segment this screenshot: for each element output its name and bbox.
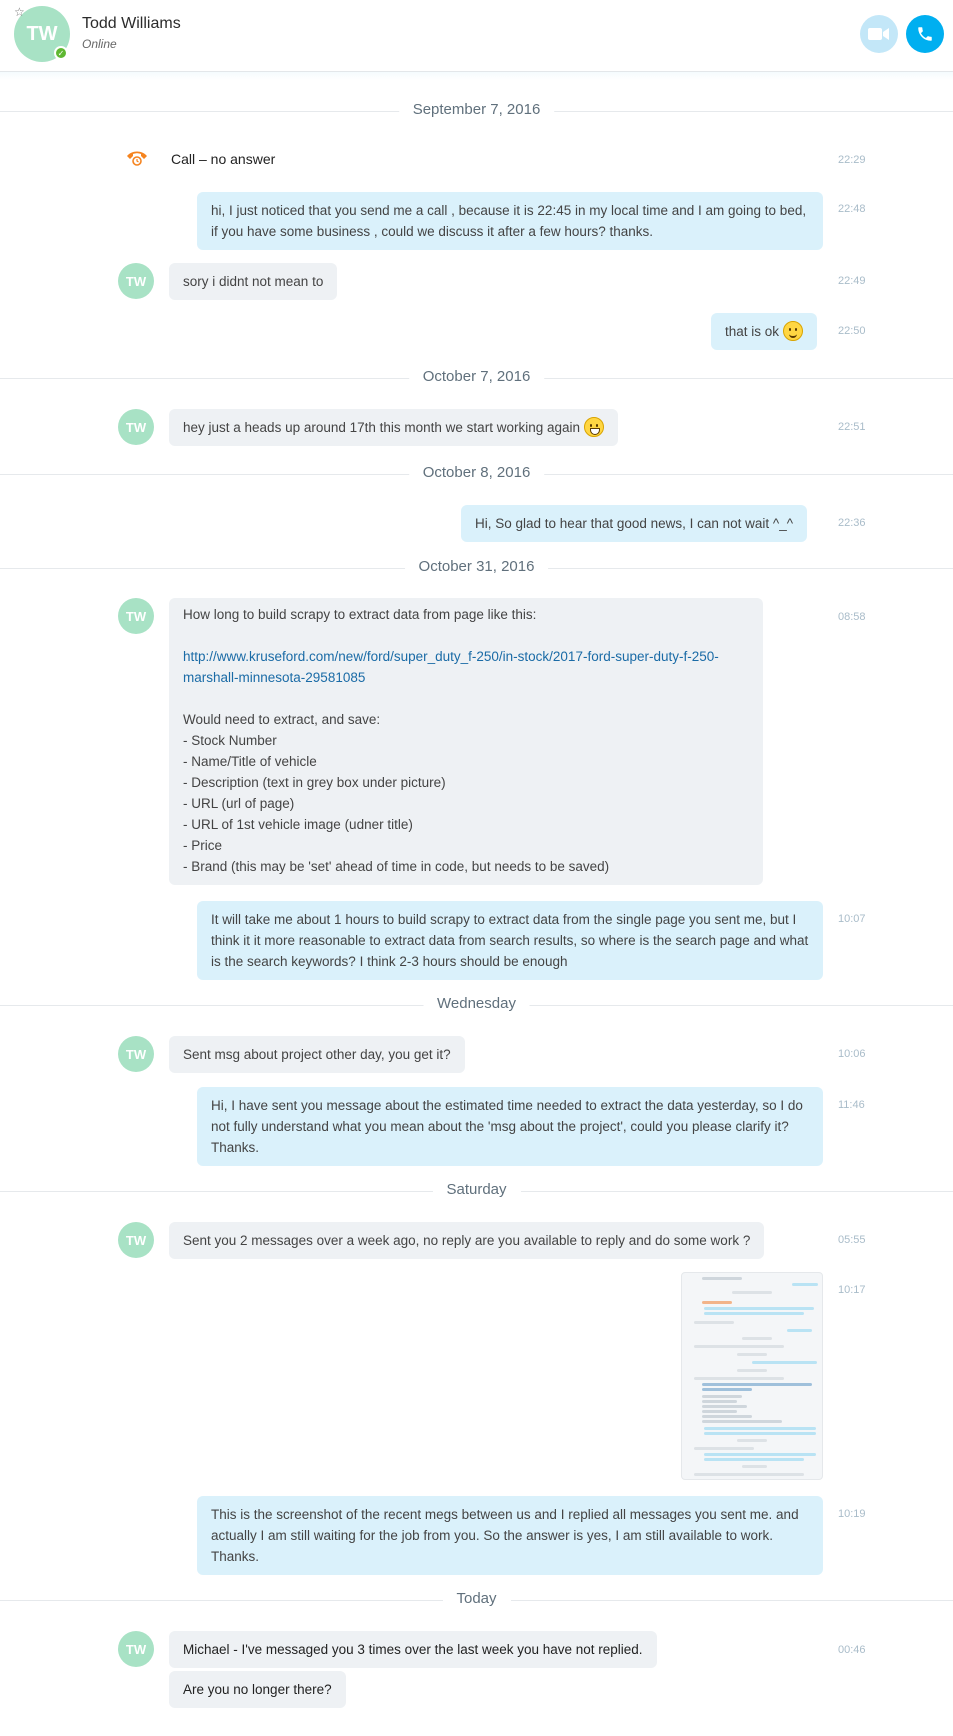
- message-text: Michael - I've messaged you 3 times over…: [183, 1642, 643, 1657]
- message-time: 10:07: [838, 913, 866, 925]
- message-time: 22:50: [838, 325, 866, 337]
- message-text: hey just a heads up around 17th this mon…: [183, 420, 580, 435]
- message-link[interactable]: http://www.kruseford.com/new/ford/super_…: [183, 646, 749, 688]
- phone-icon: [918, 27, 932, 41]
- message-time: 10:19: [838, 1508, 866, 1520]
- sender-avatar[interactable]: TW: [118, 1222, 154, 1258]
- list-item: - Description (text in grey box under pi…: [183, 775, 446, 790]
- outgoing-message[interactable]: hi, I just noticed that you send me a ca…: [197, 192, 823, 250]
- message-text: This is the screenshot of the recent meg…: [211, 1507, 799, 1564]
- message-time: 05:55: [838, 1234, 866, 1246]
- message-text: sory i didnt not mean to: [183, 274, 324, 289]
- contact-status: Online: [82, 37, 117, 51]
- date-separator: Wednesday: [0, 995, 953, 1015]
- video-call-button[interactable]: [860, 15, 898, 53]
- sender-avatar[interactable]: TW: [118, 409, 154, 445]
- list-item: - URL (url of page): [183, 796, 295, 811]
- list-item: - Brand (this may be 'set' ahead of time…: [183, 859, 610, 874]
- outgoing-message[interactable]: Hi, I have sent you message about the es…: [197, 1087, 823, 1166]
- video-camera-icon: [868, 28, 889, 40]
- outgoing-message[interactable]: that is ok: [711, 313, 818, 350]
- online-status-icon: ✓: [54, 46, 68, 60]
- message-time: 22:48: [838, 203, 866, 215]
- date-separator: October 8, 2016: [0, 464, 953, 484]
- message-time: 22:51: [838, 421, 866, 433]
- message-time: 22:29: [838, 154, 866, 166]
- outgoing-message[interactable]: It will take me about 1 hours to build s…: [197, 901, 823, 980]
- message-time: 10:17: [838, 1284, 866, 1296]
- message-time: 11:46: [838, 1099, 865, 1111]
- missed-call-icon: [127, 151, 147, 166]
- list-item: - Stock Number: [183, 733, 277, 748]
- date-separator: October 7, 2016: [0, 368, 953, 388]
- sender-avatar[interactable]: TW: [118, 263, 154, 299]
- message-text: Would need to extract, and save:: [183, 712, 381, 727]
- message-text: How long to build scrapy to extract data…: [183, 607, 537, 622]
- incoming-message[interactable]: Sent msg about project other day, you ge…: [169, 1036, 465, 1073]
- incoming-message[interactable]: Are you no longer there?: [169, 1671, 346, 1708]
- outgoing-message[interactable]: This is the screenshot of the recent meg…: [197, 1496, 823, 1575]
- outgoing-message[interactable]: Hi, So glad to hear that good news, I ca…: [461, 505, 808, 542]
- message-time: 22:36: [838, 517, 866, 529]
- message-text: that is ok: [725, 324, 780, 339]
- sender-avatar[interactable]: TW: [118, 1631, 154, 1667]
- message-time: 22:49: [838, 275, 866, 287]
- incoming-message[interactable]: How long to build scrapy to extract data…: [169, 598, 763, 885]
- message-text: hi, I just noticed that you send me a ca…: [211, 203, 807, 239]
- sender-avatar[interactable]: TW: [118, 1036, 154, 1072]
- incoming-message[interactable]: sory i didnt not mean to: [169, 263, 338, 300]
- message-text: Hi, I have sent you message about the es…: [211, 1098, 803, 1155]
- date-separator: Saturday: [0, 1181, 953, 1201]
- message-text: Sent msg about project other day, you ge…: [183, 1047, 451, 1062]
- date-separator: October 31, 2016: [0, 558, 953, 578]
- incoming-message[interactable]: Sent you 2 messages over a week ago, no …: [169, 1222, 765, 1259]
- date-separator: September 7, 2016: [0, 101, 953, 121]
- message-time: 08:58: [838, 611, 866, 623]
- screenshot-image-attachment[interactable]: [681, 1272, 823, 1480]
- list-item: - URL of 1st vehicle image (udner title): [183, 817, 413, 832]
- list-item: - Name/Title of vehicle: [183, 754, 317, 769]
- smile-emoji-icon: [783, 321, 804, 341]
- sender-avatar[interactable]: TW: [118, 598, 154, 634]
- list-item: - Price: [183, 838, 223, 853]
- message-text: It will take me about 1 hours to build s…: [211, 912, 809, 969]
- chat-header: TW ☆ ✓ Todd Williams Online: [0, 0, 953, 72]
- message-text: Are you no longer there?: [183, 1682, 332, 1697]
- message-time: 00:46: [838, 1644, 866, 1656]
- incoming-message[interactable]: hey just a heads up around 17th this mon…: [169, 409, 618, 446]
- message-text: Hi, So glad to hear that good news, I ca…: [475, 516, 794, 531]
- favorite-star-icon[interactable]: ☆: [14, 5, 25, 19]
- message-time: 10:06: [838, 1048, 866, 1060]
- date-separator: Today: [0, 1590, 953, 1610]
- audio-call-button[interactable]: [906, 15, 944, 53]
- grin-emoji-icon: [584, 417, 604, 437]
- call-event-label: Call – no answer: [171, 151, 276, 167]
- contact-name[interactable]: Todd Williams: [82, 15, 181, 33]
- incoming-message[interactable]: Michael - I've messaged you 3 times over…: [169, 1631, 657, 1668]
- message-text: Sent you 2 messages over a week ago, no …: [183, 1233, 751, 1248]
